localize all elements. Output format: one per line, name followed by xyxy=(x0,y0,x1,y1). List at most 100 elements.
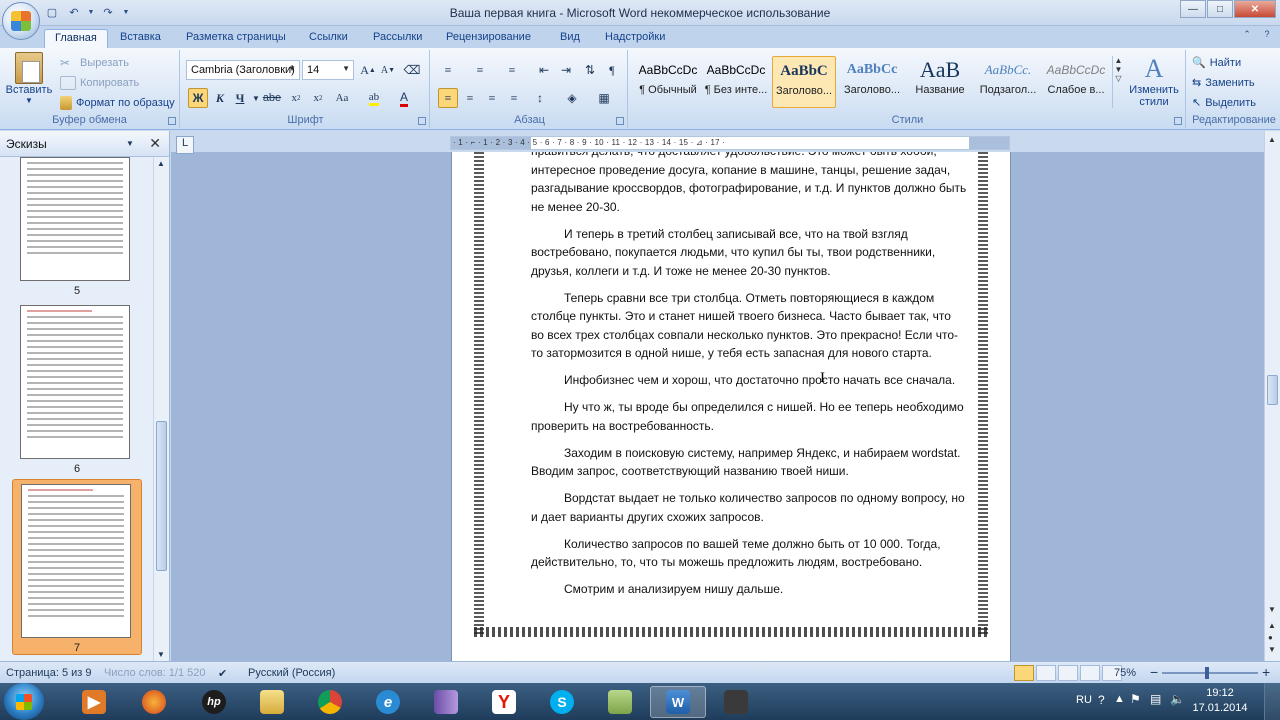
paste-button[interactable]: Вставить ▼ xyxy=(4,52,54,105)
cut-button[interactable]: ✂ Вырезать xyxy=(60,56,129,70)
grow-font-icon[interactable]: A ▲ xyxy=(358,60,378,80)
thumbnail-page-5[interactable]: 5 xyxy=(12,157,142,297)
print-layout-icon[interactable] xyxy=(1014,665,1034,681)
taskbar-explorer[interactable] xyxy=(244,686,300,718)
taskbar-ie[interactable]: e xyxy=(360,686,416,718)
volume-tray-icon[interactable]: 🔈 xyxy=(1170,692,1185,706)
tab-review[interactable]: Рецензирование xyxy=(436,29,541,48)
chevron-down-icon[interactable]: ▼ xyxy=(126,139,134,148)
pane-scroll-thumb[interactable] xyxy=(156,421,167,571)
style-title[interactable]: AaB Название xyxy=(908,56,972,108)
paragraph[interactable]: нравиться делать, что доставляет удоволь… xyxy=(531,152,967,216)
line-spacing-icon[interactable]: ↕ xyxy=(530,88,550,108)
scroll-down-icon[interactable]: ▼ xyxy=(1268,605,1276,614)
office-button[interactable] xyxy=(2,2,40,40)
style-no-spacing[interactable]: AaBbCcDc ¶ Без инте... xyxy=(704,56,768,108)
show-desktop-button[interactable] xyxy=(1264,683,1280,720)
style-subtle-emphasis[interactable]: AaBbCcDc Слабое в... xyxy=(1044,56,1108,108)
numbering-icon[interactable]: ≡ xyxy=(470,60,490,80)
bold-button[interactable]: Ж xyxy=(188,88,208,108)
zoom-level[interactable]: 75% xyxy=(1114,667,1136,679)
decrease-indent-icon[interactable]: ⇤ xyxy=(534,60,554,80)
justify-icon[interactable]: ≡ xyxy=(504,88,524,108)
tray-arrow-icon[interactable]: ▲ xyxy=(1114,693,1125,705)
close-button[interactable]: ✕ xyxy=(1234,0,1276,18)
flag-tray-icon[interactable]: ⚑ xyxy=(1130,692,1141,706)
styles-scroll-icon[interactable]: ▲ ▼ ▽ xyxy=(1112,56,1124,108)
thumbnail-page-6[interactable]: 6 xyxy=(12,303,142,475)
font-name-select[interactable]: Cambria (Заголовки) ▼ xyxy=(186,60,300,80)
paragraph[interactable]: Количество запросов по вашей теме должно… xyxy=(531,535,967,572)
highlight-icon[interactable]: ab xyxy=(364,88,384,108)
thumbnail-page-7[interactable]: 7 xyxy=(12,479,142,655)
next-page-icon[interactable]: ▼ xyxy=(1268,645,1276,654)
font-launcher-icon[interactable] xyxy=(418,117,426,125)
document-scrollbar[interactable]: ▲ ▼ ▲ ● ▼ xyxy=(1264,131,1280,661)
strikethrough-button[interactable]: abe xyxy=(262,88,282,108)
format-painter-button[interactable]: Формат по образцу xyxy=(60,96,175,110)
increase-indent-icon[interactable]: ⇥ xyxy=(556,60,576,80)
help-tray-icon[interactable]: ? xyxy=(1098,693,1105,707)
taskbar-yandex[interactable]: Y xyxy=(476,686,532,718)
copy-button[interactable]: Копировать xyxy=(60,76,139,90)
language-bar[interactable]: RU xyxy=(1076,694,1092,706)
subscript-button[interactable]: x2 xyxy=(286,88,306,108)
outline-icon[interactable] xyxy=(1080,665,1100,681)
zoom-out-icon[interactable]: − xyxy=(1150,664,1158,680)
taskbar-word[interactable]: W xyxy=(650,686,706,718)
paragraph-launcher-icon[interactable] xyxy=(616,117,624,125)
styles-launcher-icon[interactable] xyxy=(1174,117,1182,125)
borders-icon[interactable]: ▦ xyxy=(594,88,614,108)
document-page[interactable]: нравиться делать, что доставляет удоволь… xyxy=(451,152,1011,661)
tab-page-layout[interactable]: Разметка страницы xyxy=(176,29,296,48)
multilevel-list-icon[interactable]: ≡ xyxy=(502,60,522,80)
taskbar-skype[interactable]: S xyxy=(534,686,590,718)
tab-insert[interactable]: Вставка xyxy=(110,29,171,48)
clear-format-icon[interactable]: ⌫ xyxy=(402,60,422,80)
document-text[interactable]: нравиться делать, что доставляет удоволь… xyxy=(531,152,967,607)
align-right-icon[interactable]: ≡ xyxy=(482,88,502,108)
scroll-up-icon[interactable]: ▲ xyxy=(1268,135,1276,144)
paragraph[interactable]: Смотрим и анализируем нишу дальше. xyxy=(531,580,967,599)
tab-references[interactable]: Ссылки xyxy=(299,29,358,48)
find-button[interactable]: 🔍 Найти xyxy=(1192,56,1241,70)
zoom-slider-knob[interactable] xyxy=(1205,667,1209,679)
sort-icon[interactable]: ⇅ xyxy=(580,60,600,80)
font-color-icon[interactable]: A xyxy=(394,88,414,108)
taskbar-media-player[interactable]: ▶ xyxy=(66,686,122,718)
language-indicator[interactable]: Русский (Россия) xyxy=(248,667,335,679)
tab-view[interactable]: Вид xyxy=(550,29,590,48)
close-icon[interactable]: ✕ xyxy=(149,135,161,152)
paragraph[interactable]: И теперь в третий столбец записывай все,… xyxy=(531,225,967,281)
paragraph[interactable]: Инфобизнес чем и хорош, что достаточно п… xyxy=(531,371,967,390)
change-styles-button[interactable]: A Изменить стили xyxy=(1124,54,1184,108)
paragraph[interactable]: Заходим в поисковую систему, например Ян… xyxy=(531,444,967,481)
taskbar-camera[interactable] xyxy=(708,686,764,718)
network-tray-icon[interactable]: ▤ xyxy=(1150,692,1161,706)
help-icon[interactable]: ? xyxy=(1260,29,1274,43)
horizontal-ruler[interactable]: · 1 · ⌐ · 1 · 2 · 3 · 4 · 5 · 6 · 7 · 8 … xyxy=(450,136,1010,150)
scroll-up-icon[interactable]: ▲ xyxy=(157,159,165,168)
zoom-in-icon[interactable]: + xyxy=(1262,664,1270,680)
web-layout-icon[interactable] xyxy=(1058,665,1078,681)
tab-selector-icon[interactable]: L xyxy=(176,136,194,154)
paragraph[interactable]: Теперь сравни все три столбца. Отметь по… xyxy=(531,289,967,363)
taskbar-firefox[interactable] xyxy=(126,686,182,718)
maximize-button[interactable]: □ xyxy=(1207,0,1233,18)
scroll-down-icon[interactable]: ▼ xyxy=(157,650,165,659)
word-count[interactable]: Число слов: 1/1 520 xyxy=(104,667,206,679)
font-size-select[interactable]: 14 ▼ xyxy=(302,60,354,80)
browse-object-icon[interactable]: ● xyxy=(1268,633,1273,642)
select-button[interactable]: ↖ Выделить xyxy=(1192,96,1256,110)
taskbar-archive[interactable] xyxy=(418,686,474,718)
clock[interactable]: 19:12 17.01.2014 xyxy=(1188,686,1252,716)
pane-title[interactable]: Эскизы xyxy=(6,137,47,151)
style-heading2[interactable]: AaBbCc Заголово... xyxy=(840,56,904,108)
full-screen-reading-icon[interactable] xyxy=(1036,665,1056,681)
change-case-icon[interactable]: Aa xyxy=(332,88,352,108)
style-subtitle[interactable]: AaBbCc. Подзагол... xyxy=(976,56,1040,108)
replace-button[interactable]: ⇆ Заменить xyxy=(1192,76,1255,90)
clipboard-launcher-icon[interactable] xyxy=(168,117,176,125)
italic-button[interactable]: К xyxy=(210,88,230,108)
shrink-font-icon[interactable]: A ▼ xyxy=(378,60,398,80)
